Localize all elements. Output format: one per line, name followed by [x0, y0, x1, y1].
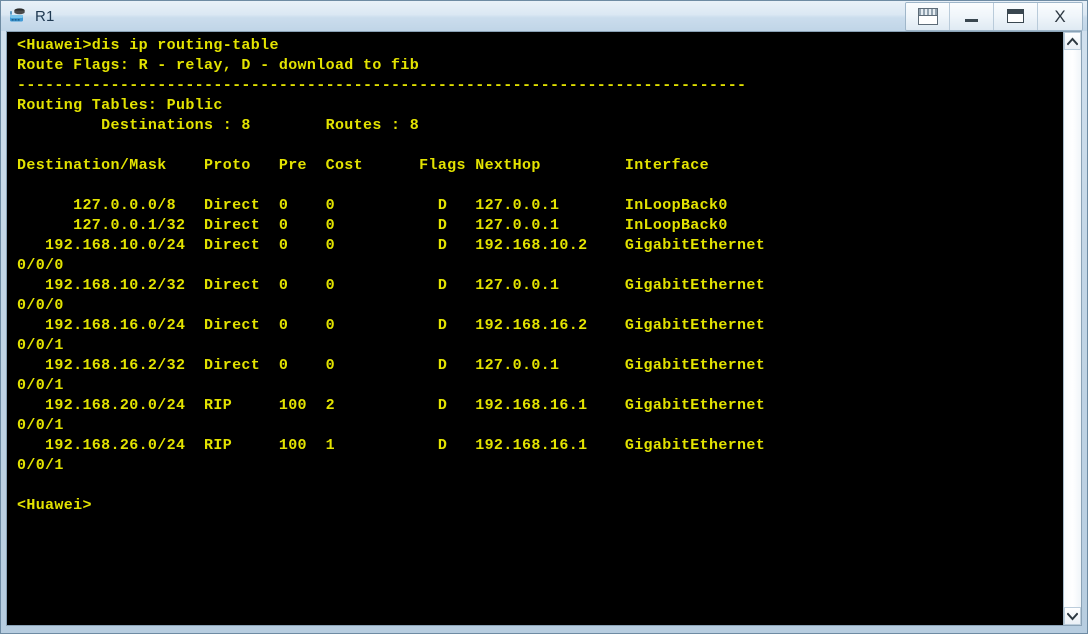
console-window: R1 X <Huawei>dis ip routing-table Route …: [0, 0, 1088, 634]
title-bar[interactable]: R1 X: [1, 1, 1087, 31]
terminal-text: <Huawei>dis ip routing-table Route Flags…: [17, 37, 766, 514]
scroll-up-button[interactable]: [1064, 32, 1081, 50]
restore-panel-button[interactable]: [906, 2, 950, 30]
scrollbar-track[interactable]: [1064, 50, 1081, 607]
vertical-scrollbar[interactable]: [1063, 32, 1081, 625]
close-icon: X: [1054, 6, 1066, 26]
window-panel-icon: [917, 7, 938, 25]
maximize-button[interactable]: [994, 2, 1038, 30]
terminal-output-pane[interactable]: <Huawei>dis ip routing-table Route Flags…: [7, 32, 1063, 625]
chevron-up-icon: [1067, 37, 1078, 46]
chevron-down-icon: [1067, 612, 1078, 621]
close-button[interactable]: X: [1038, 2, 1082, 30]
window-title: R1: [35, 7, 55, 25]
minimize-button[interactable]: [950, 2, 994, 30]
scroll-down-button[interactable]: [1064, 607, 1081, 625]
minimize-icon: [965, 18, 978, 22]
window-controls: X: [905, 1, 1083, 31]
maximize-icon: [1007, 9, 1024, 23]
console-client-area: <Huawei>dis ip routing-table Route Flags…: [6, 31, 1082, 626]
router-device-icon: [7, 5, 29, 27]
